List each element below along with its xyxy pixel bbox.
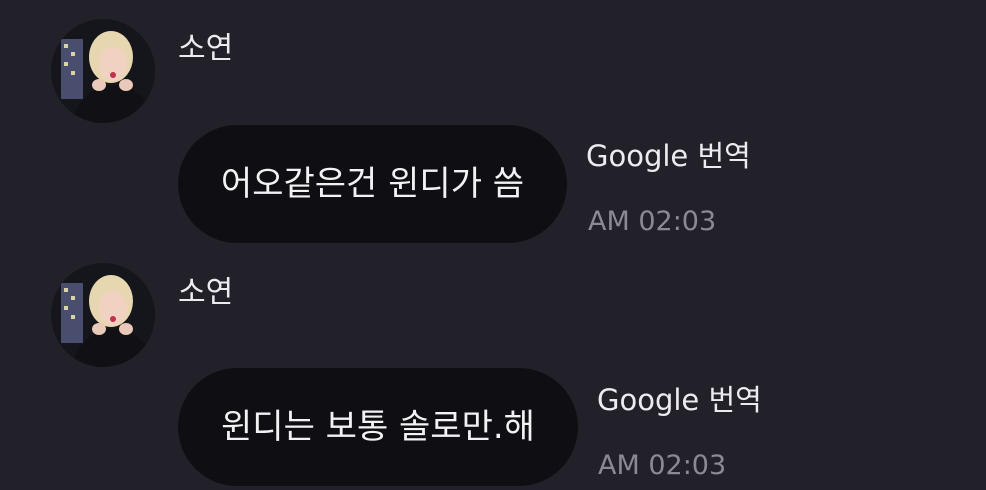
avatar[interactable] — [51, 263, 155, 367]
message-bubble[interactable]: 윈디는 보통 솔로만.해 — [178, 368, 578, 486]
message-timestamp: AM 02:03 — [598, 450, 727, 481]
google-translate-link[interactable]: Google 번역 — [586, 139, 751, 173]
message-timestamp: AM 02:03 — [588, 206, 717, 237]
google-translate-link[interactable]: Google 번역 — [597, 383, 762, 417]
message-bubble[interactable]: 어오같은건 윈디가 씀 — [178, 125, 567, 243]
avatar[interactable] — [51, 19, 155, 123]
sender-name: 소연 — [178, 275, 234, 310]
profile-photo-icon — [51, 19, 155, 123]
profile-photo-icon — [51, 263, 155, 367]
sender-name: 소연 — [178, 31, 234, 66]
